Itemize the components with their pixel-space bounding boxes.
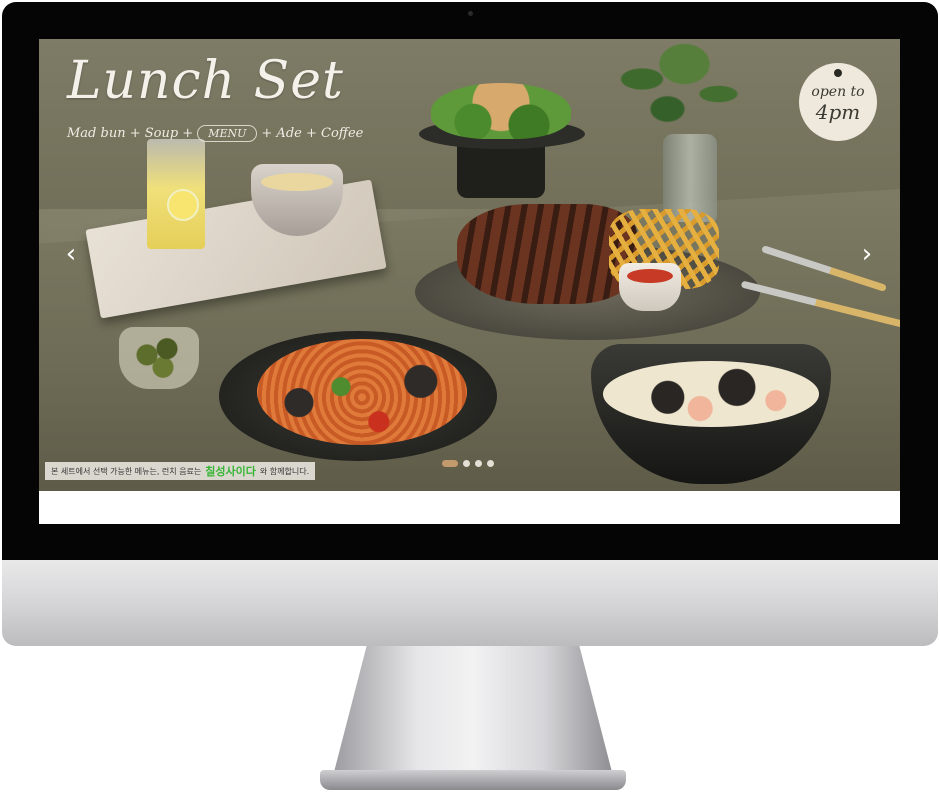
badge-hole-icon (834, 69, 842, 77)
monitor-stand (333, 646, 613, 776)
chevron-left-icon[interactable]: ‹ (59, 239, 83, 269)
slider-pagination (442, 460, 494, 467)
notice-text: 본 세트에서 선택 가능한 메뉴는, 런치 음료는 (51, 466, 202, 476)
slider-dot[interactable] (475, 460, 482, 467)
subtitle-items-after: + Ade + Coffee (261, 126, 364, 141)
monitor-screen: Lunch Set Mad bun + Soup + MENU + Ade + … (39, 39, 900, 524)
slider-dot[interactable] (463, 460, 470, 467)
seafood-pasta-image (257, 339, 467, 445)
salad-stand-foot-image (457, 144, 545, 198)
olive-dish-image (119, 327, 199, 389)
monitor-mockup: Lunch Set Mad bun + Soup + MENU + Ade + … (0, 0, 940, 796)
hero-title: Lunch Set (67, 51, 344, 111)
badge-line-2: 4pm (815, 99, 861, 124)
slider-dot[interactable] (487, 460, 494, 467)
promo-notice: 본 세트에서 선택 가능한 메뉴는, 런치 음료는 칠성사이다 와 함께합니다. (45, 462, 316, 480)
notice-suffix: 와 함께합니다. (259, 466, 310, 476)
flower-greens-image (591, 39, 761, 139)
open-hours-badge: open to 4pm (799, 63, 877, 141)
chevron-right-icon[interactable]: › (855, 239, 879, 269)
hero-slider: Lunch Set Mad bun + Soup + MENU + Ade + … (39, 39, 900, 491)
salad-image (431, 83, 571, 139)
slider-dot[interactable] (442, 460, 458, 467)
soup-image (261, 173, 333, 191)
hero-subtitle: Mad bun + Soup + MENU + Ade + Coffee (67, 125, 363, 142)
monitor-chin (2, 560, 938, 646)
camera-dot (468, 11, 473, 16)
badge-line-1: open to (811, 84, 865, 101)
monitor-stand-base (320, 770, 626, 790)
subtitle-items-before: Mad bun + Soup + (67, 126, 194, 141)
lemon-slice-image (167, 189, 199, 221)
subtitle-menu-pill: MENU (197, 125, 258, 142)
sauce-image (627, 269, 673, 283)
seafood-risotto-image (603, 361, 819, 427)
notice-brand-logo: 칠성사이다 (205, 465, 256, 478)
